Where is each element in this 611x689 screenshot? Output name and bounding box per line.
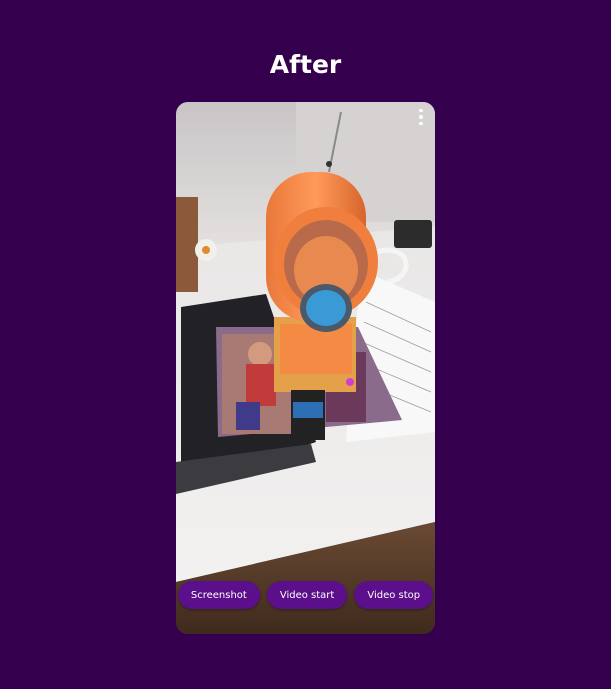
ar-scene-image xyxy=(176,102,435,634)
page-heading: After xyxy=(269,50,342,79)
camera-preview: Screenshot Video start Video stop xyxy=(176,102,435,634)
more-vert-icon xyxy=(419,108,423,113)
screenshot-button[interactable]: Screenshot xyxy=(177,581,260,609)
video-start-button[interactable]: Video start xyxy=(266,581,348,609)
capture-controls: Screenshot Video start Video stop xyxy=(176,581,435,609)
video-stop-button[interactable]: Video stop xyxy=(354,581,434,609)
more-options-button[interactable] xyxy=(413,106,429,128)
